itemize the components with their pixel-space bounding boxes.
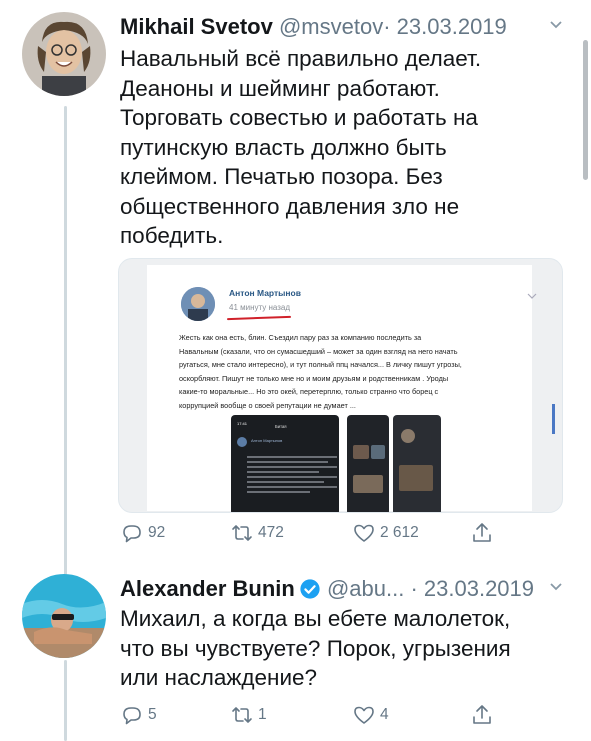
screenshot-avatar <box>237 437 247 447</box>
verified-badge-icon <box>300 579 320 599</box>
retweet-count: 1 <box>258 706 267 723</box>
tweet-header: Alexander Bunin @abu... · 23.03.2019 <box>120 574 534 608</box>
tweet-text-line: что вы чувствуете? Порок, угрызения <box>120 635 511 661</box>
like-button[interactable]: 4 <box>352 700 389 730</box>
tweet-text-line: клеймом. Печатью позора. Без <box>120 164 443 189</box>
share-button[interactable] <box>470 700 494 730</box>
phone-screenshot <box>393 415 441 512</box>
retweet-button[interactable]: 472 <box>230 518 284 548</box>
chevron-down-icon[interactable] <box>549 18 563 32</box>
author-name[interactable]: Alexander Bunin <box>120 576 295 601</box>
like-button[interactable]: 2 612 <box>352 518 419 548</box>
like-count: 2 612 <box>380 524 419 541</box>
share-icon <box>473 705 491 724</box>
page-scrollbar[interactable] <box>583 40 588 180</box>
tweet-actions: 5 1 4 <box>120 700 520 730</box>
screenshot-title: Битая <box>275 424 287 429</box>
embedded-author: Антон Мартынов <box>229 288 301 298</box>
author-handle[interactable]: @msvetov <box>279 14 383 39</box>
tweet-header: Mikhail Svetov @msvetov· 23.03.2019 <box>120 12 507 46</box>
share-icon <box>473 523 491 542</box>
reply-icon <box>123 525 141 543</box>
share-button[interactable] <box>470 518 494 548</box>
tweet-text-line: победить. <box>120 223 224 248</box>
embedded-post: Антон Мартынов 41 минуту назад Жесть как… <box>147 265 537 512</box>
tweet-date[interactable]: 23.03.2019 <box>397 14 507 39</box>
avatar[interactable] <box>22 574 106 658</box>
embedded-time: 41 минуту назад <box>229 303 291 312</box>
tweet-text: Навальный всё правильно делает. Деаноны … <box>120 44 560 251</box>
attached-image[interactable]: Антон Мартынов 41 минуту назад Жесть как… <box>118 258 563 513</box>
like-count: 4 <box>380 706 389 723</box>
author-handle[interactable]: @abu... <box>327 576 404 601</box>
thread-connector-line <box>64 660 67 741</box>
embedded-text-line: Навальным (сказали, что он сумасшедший –… <box>179 346 458 356</box>
embedded-avatar <box>181 287 215 321</box>
reply-icon <box>123 707 141 725</box>
chevron-down-icon <box>527 293 537 299</box>
screenshot-author: Антон Мартынов <box>251 438 283 443</box>
avatar-image <box>22 12 106 96</box>
embedded-text-line: Жесть как она есть, блин. Съездил пару р… <box>179 333 422 342</box>
tweet-text-line: Михаил, а когда вы ебете малолеток, <box>120 606 511 631</box>
status-time: 17:41 <box>237 421 248 426</box>
tweet-text-line: Деаноны и шейминг работают. <box>120 75 440 101</box>
heart-icon <box>354 706 374 724</box>
reply-button[interactable]: 92 <box>120 518 165 548</box>
retweet-count: 472 <box>258 524 284 541</box>
thread-connector-line <box>64 106 67 576</box>
tweet-text-line: или наслаждение? <box>120 665 318 690</box>
avatar-image <box>22 574 106 658</box>
tweet-text: Михаил, а когда вы ебете малолеток, что … <box>120 604 560 693</box>
screenshot-text <box>247 453 337 496</box>
tweet-date[interactable]: 23.03.2019 <box>424 576 534 601</box>
retweet-icon <box>232 707 252 723</box>
retweet-button[interactable]: 1 <box>230 700 267 730</box>
embedded-text: Жесть как она есть, блин. Съездил пару р… <box>179 331 549 412</box>
separator-dot: · <box>410 576 418 601</box>
reply-count: 5 <box>148 706 157 723</box>
avatar[interactable] <box>22 12 106 96</box>
phone-screenshot <box>347 415 389 512</box>
red-underline-mark <box>226 315 292 321</box>
heart-icon <box>354 524 374 542</box>
tweet-text-line: Навальный всё правильно делает. <box>120 46 482 71</box>
embedded-text-line: коррупцией вообще о своей репутации не д… <box>179 400 356 410</box>
separator-dot: · <box>383 14 391 39</box>
retweet-icon <box>232 525 252 541</box>
author-name[interactable]: Mikhail Svetov <box>120 14 273 39</box>
embedded-screenshots: 17:41 Битая Антон Мартынов <box>231 415 453 512</box>
tweet-actions: 92 472 2 612 <box>120 518 520 548</box>
tweet-text-line: общественного давления зло не <box>120 193 460 219</box>
tweet-text-line: Торговать совестью и работать на <box>120 105 478 130</box>
phone-screenshot: 17:41 Битая Антон Мартынов <box>231 415 339 512</box>
reply-count: 92 <box>148 524 166 541</box>
embedded-text-line: оскорбляют. Пишут не только мне но и мои… <box>179 373 449 383</box>
reply-button[interactable]: 5 <box>120 700 157 730</box>
chevron-down-icon[interactable] <box>549 580 563 594</box>
embedded-scroll-indicator <box>552 404 555 434</box>
embedded-text-line: какие-то моральные... Но это окей, перет… <box>179 387 439 396</box>
tweet-text-line: путинскую власть должно быть <box>120 134 447 160</box>
embedded-text-line: ругаться, мне стало интересно), и тут по… <box>179 360 462 369</box>
